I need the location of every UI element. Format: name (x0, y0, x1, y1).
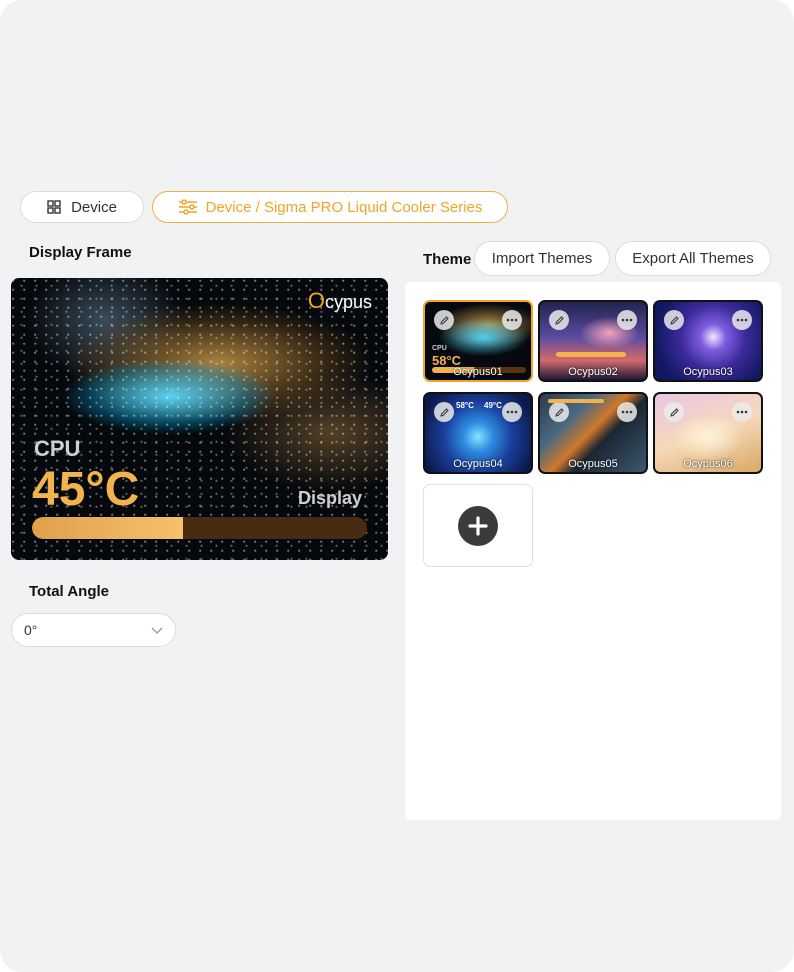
display-preview: Ocypus CPU 45°C Display (11, 278, 388, 560)
edit-icon[interactable] (434, 402, 454, 422)
theme-card-6[interactable]: Ocypus06 (653, 392, 763, 474)
edit-icon[interactable] (434, 310, 454, 330)
edit-icon[interactable] (664, 310, 684, 330)
theme-card-name: Ocypus06 (683, 458, 733, 470)
more-icon[interactable] (502, 310, 522, 330)
theme-title: Theme (423, 251, 472, 268)
mini-cpu-label: CPU (432, 345, 447, 352)
theme-card-4[interactable]: 58°C 49°C Ocypus04 (423, 392, 533, 474)
theme-panel: CPU 58°C Ocypus01 Ocypus02 Ocypus03 58°C… (405, 282, 781, 820)
cpu-label: CPU (34, 436, 81, 461)
grid-icon (47, 200, 61, 214)
more-icon[interactable] (617, 310, 637, 330)
plus-icon (458, 505, 498, 546)
mini-usage-bar (556, 352, 626, 357)
more-icon[interactable] (502, 402, 522, 422)
edit-icon[interactable] (664, 402, 684, 422)
breadcrumb-label: Device / Sigma PRO Liquid Cooler Series (205, 198, 483, 216)
display-label: Display (297, 488, 362, 508)
edit-icon[interactable] (549, 310, 569, 330)
brand-logo: Ocypus (307, 288, 372, 313)
theme-card-1[interactable]: CPU 58°C Ocypus01 (423, 300, 533, 382)
device-button[interactable]: Device (20, 191, 144, 223)
more-icon[interactable] (732, 310, 752, 330)
more-icon[interactable] (732, 402, 752, 422)
mini-temp-1: 58°C (456, 401, 474, 410)
usage-bar-fill (32, 517, 183, 539)
theme-card-2[interactable]: Ocypus02 (538, 300, 648, 382)
sliders-icon (178, 199, 197, 215)
angle-select[interactable]: 0° (11, 613, 176, 647)
breadcrumb[interactable]: Device / Sigma PRO Liquid Cooler Series (152, 191, 508, 223)
chevron-down-icon (151, 627, 163, 634)
more-icon[interactable] (617, 402, 637, 422)
display-frame-title: Display Frame (29, 244, 132, 261)
export-all-themes-button[interactable]: Export All Themes (615, 241, 771, 276)
theme-card-name: Ocypus03 (683, 366, 733, 378)
theme-card-name: Ocypus02 (568, 366, 618, 378)
edit-icon[interactable] (549, 402, 569, 422)
import-themes-button[interactable]: Import Themes (474, 241, 610, 276)
theme-card-3[interactable]: Ocypus03 (653, 300, 763, 382)
theme-card-name: Ocypus01 (453, 366, 503, 378)
cpu-temperature: 45°C (32, 463, 140, 516)
total-angle-title: Total Angle (29, 583, 109, 600)
mini-usage-bar (548, 399, 604, 403)
app-window: Device Device / Sigma PRO Liquid Cooler … (0, 0, 794, 972)
add-theme-button[interactable] (423, 484, 533, 567)
theme-card-name: Ocypus04 (453, 458, 503, 470)
device-button-label: Device (71, 198, 117, 216)
theme-card-name: Ocypus05 (568, 458, 618, 470)
theme-card-5[interactable]: Ocypus05 (538, 392, 648, 474)
angle-value: 0° (24, 622, 38, 638)
mini-temp-2: 49°C (484, 401, 502, 410)
usage-bar (32, 517, 367, 539)
